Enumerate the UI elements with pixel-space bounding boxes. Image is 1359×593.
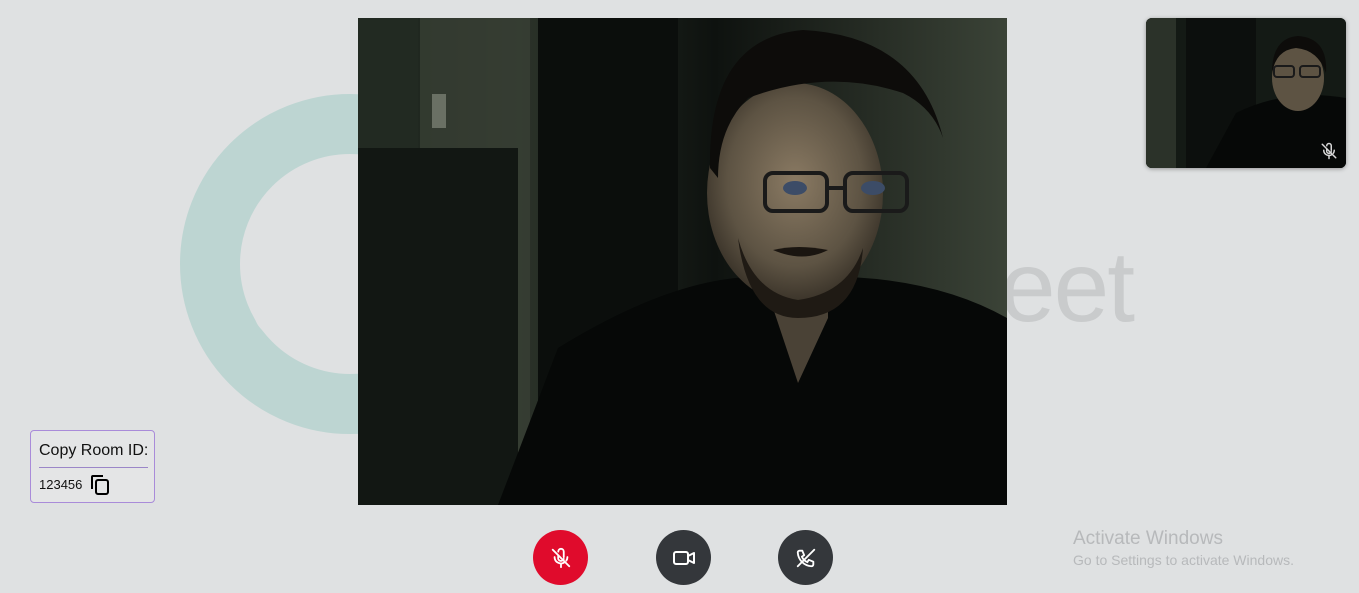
phone-hangup-icon (796, 548, 815, 567)
self-preview-video (1146, 18, 1346, 168)
background-brand-text: eet (1000, 231, 1135, 343)
activate-windows-watermark: Activate Windows Go to Settings to activ… (1073, 528, 1294, 568)
mic-off-icon (551, 547, 570, 568)
room-id-panel: Copy Room ID: 123456 (30, 430, 155, 503)
activate-windows-subtitle: Go to Settings to activate Windows. (1073, 552, 1294, 568)
video-call-page: eet Copy Room ID: 123456 Activate Window… (0, 0, 1359, 593)
remote-video (358, 18, 1007, 505)
mic-toggle-button[interactable] (533, 530, 588, 585)
room-id-label: Copy Room ID: (39, 442, 149, 459)
room-id-value: 123456 (39, 477, 83, 492)
video-camera-icon (672, 550, 695, 565)
activate-windows-title: Activate Windows (1073, 528, 1223, 549)
copy-room-id-button[interactable] (87, 473, 111, 497)
camera-toggle-button[interactable] (656, 530, 711, 585)
self-mic-off-icon (1318, 140, 1340, 162)
end-call-button[interactable] (778, 530, 833, 585)
copy-icon (91, 475, 109, 495)
room-id-divider (39, 467, 148, 468)
